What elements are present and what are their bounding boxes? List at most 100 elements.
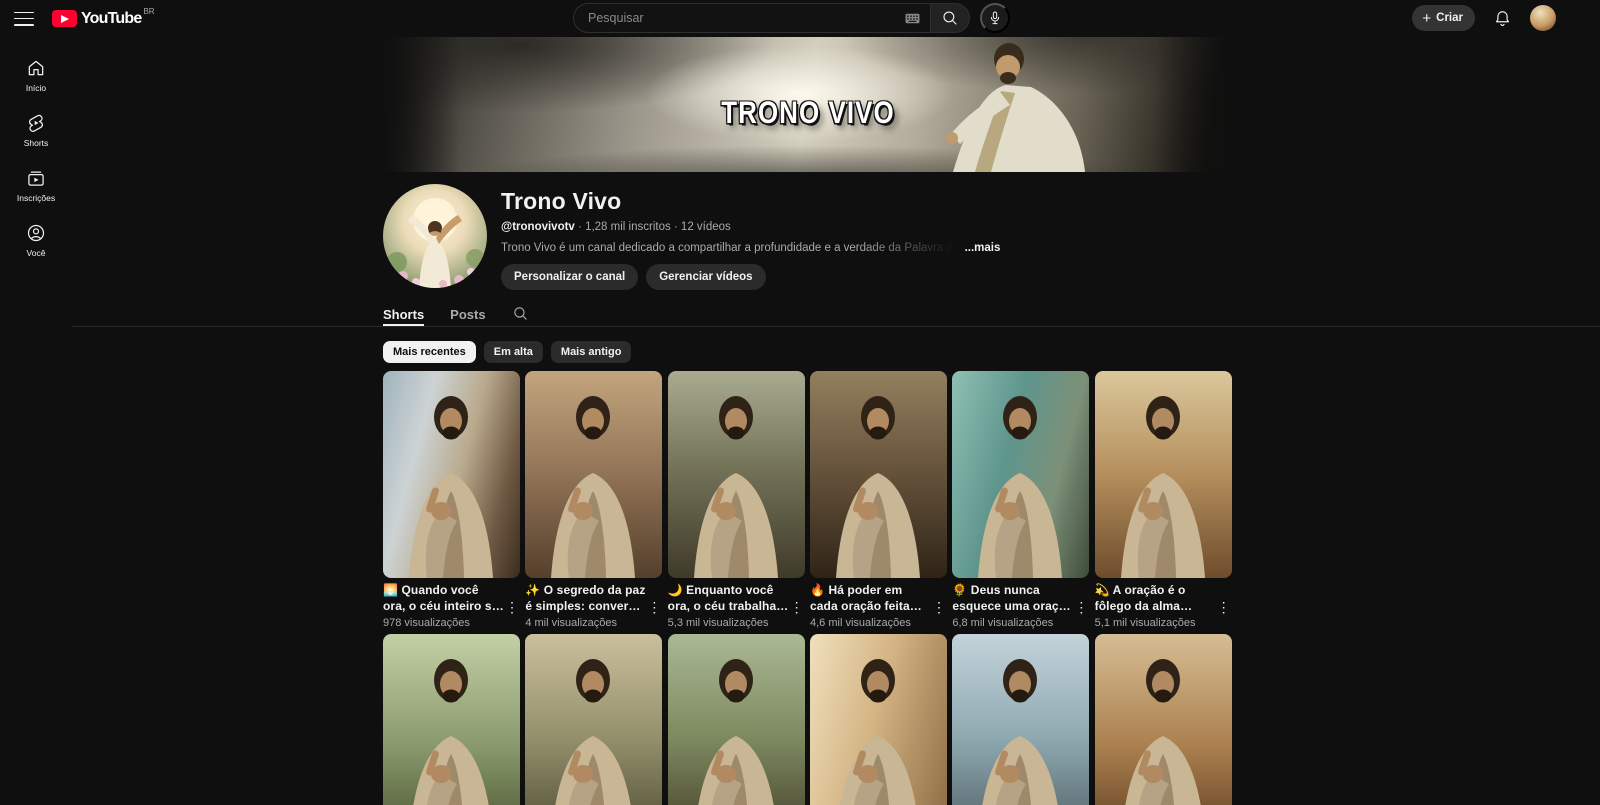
short-views: 5,1 mil visualizações	[1094, 617, 1196, 629]
more-options-icon[interactable]: ⋮	[789, 583, 805, 629]
chip-oldest[interactable]: Mais antigo	[550, 341, 632, 363]
more-options-icon[interactable]: ⋮	[931, 583, 947, 629]
description-text: Trono Vivo é um canal dedicado a compart…	[501, 242, 960, 254]
short-title[interactable]: 🌻 Deus nunca esquece uma oração feita co…	[952, 583, 1073, 614]
channel-name: Trono Vivo	[501, 188, 622, 214]
search-button[interactable]	[930, 3, 970, 33]
banner-title: TRONO VIVO	[720, 95, 895, 131]
filter-chips: Mais recentes Em alta Mais antigo	[383, 341, 1232, 363]
youtube-wordmark: YouTube	[81, 10, 142, 27]
search-area	[573, 3, 1010, 33]
tab-shorts[interactable]: Shorts	[383, 302, 425, 326]
short-card: ✨ O segredo da paz é simples: converse c…	[525, 371, 663, 629]
mini-guide: Início Shorts Inscrições Você	[0, 37, 72, 270]
subscriptions-icon	[28, 171, 44, 186]
short-thumbnail[interactable]	[525, 634, 663, 805]
sidebar-label: Shorts	[23, 138, 49, 148]
mic-icon	[990, 11, 1000, 25]
shorts-grid: 🌅 Quando você ora, o céu inteiro se ... …	[383, 371, 1232, 629]
more-options-icon[interactable]: ⋮	[646, 583, 662, 629]
short-views: 4 mil visualizações	[525, 617, 618, 629]
short-thumbnail[interactable]	[809, 371, 947, 578]
search-input[interactable]	[588, 11, 905, 25]
short-views: 5,3 mil visualizações	[667, 617, 769, 629]
more-options-icon[interactable]: ⋮	[1073, 583, 1089, 629]
shorts-icon	[29, 114, 43, 132]
short-thumbnail[interactable]	[809, 634, 947, 805]
sidebar-item-subscriptions[interactable]: Inscrições	[4, 160, 68, 212]
shorts-grid-row2	[383, 634, 1232, 805]
short-card	[952, 634, 1090, 805]
tab-posts[interactable]: Posts	[450, 302, 485, 326]
notifications-icon[interactable]	[1493, 9, 1512, 28]
more-options-icon[interactable]: ⋮	[1216, 583, 1232, 629]
topbar-actions: + Criar	[1412, 3, 1556, 33]
sidebar-item-shorts[interactable]: Shorts	[4, 105, 68, 157]
short-thumbnail[interactable]	[667, 634, 805, 805]
channel-handle: @tronovivotv	[501, 221, 575, 233]
sidebar-item-home[interactable]: Início	[4, 50, 68, 102]
short-thumbnail[interactable]	[383, 634, 520, 805]
sidebar-label: Você	[26, 248, 46, 258]
channel-tabs-bar: Shorts Posts	[72, 302, 1600, 327]
menu-icon[interactable]	[14, 11, 34, 26]
short-card	[809, 634, 947, 805]
youtube-logo[interactable]: YouTube BR	[52, 7, 155, 28]
channel-search-icon[interactable]	[512, 305, 529, 322]
short-title[interactable]: ✨ O segredo da paz é simples: converse c…	[525, 583, 646, 614]
search-box[interactable]	[573, 3, 930, 33]
short-thumbnail[interactable]	[667, 371, 805, 578]
short-views: 978 visualizações	[383, 617, 470, 629]
search-icon	[941, 9, 959, 27]
manage-videos-button[interactable]: Gerenciar vídeos	[646, 264, 766, 290]
short-card: 🔥 Há poder em cada oração feita com o ..…	[809, 371, 947, 629]
more-link[interactable]: ...mais	[965, 242, 1001, 254]
create-button[interactable]: + Criar	[1412, 5, 1475, 31]
short-views: 6,8 mil visualizações	[952, 617, 1054, 629]
home-icon	[28, 60, 44, 76]
chip-latest[interactable]: Mais recentes	[383, 341, 476, 363]
chip-popular[interactable]: Em alta	[483, 341, 543, 363]
short-title[interactable]: 🔥 Há poder em cada oração feita com o ..…	[810, 583, 931, 614]
short-card: 🌙 Enquanto você ora, o céu trabalha em .…	[667, 371, 805, 629]
channel-meta: @tronovivotv · 1,28 mil inscritos · 12 v…	[501, 221, 1000, 233]
short-thumbnail[interactable]	[952, 371, 1090, 578]
short-card	[667, 634, 805, 805]
short-card: 💫 A oração é o fôlego da alma cansada. 5…	[1094, 371, 1232, 629]
keyboard-icon[interactable]	[905, 13, 920, 24]
channel-banner: TRONO VIVO	[383, 37, 1232, 172]
main-content: TRONO VIVO Trono Vivo @tronovivotv · 1,2…	[72, 37, 1600, 805]
top-bar: YouTube BR Pesquisar + Criar	[0, 0, 1600, 37]
youtube-play-icon	[52, 10, 77, 27]
short-title[interactable]: 🌅 Quando você ora, o céu inteiro se ...	[383, 583, 504, 614]
create-label: Criar	[1436, 12, 1463, 24]
short-card	[383, 634, 520, 805]
channel-avatar[interactable]	[383, 184, 487, 288]
short-card	[1094, 634, 1232, 805]
short-card: 🌅 Quando você ora, o céu inteiro se ... …	[383, 371, 520, 629]
plus-icon: +	[1422, 9, 1432, 27]
sidebar-item-you[interactable]: Você	[4, 215, 68, 267]
country-code: BR	[143, 7, 155, 16]
sidebar-label: Início	[25, 83, 47, 93]
short-title[interactable]: 🌙 Enquanto você ora, o céu trabalha em .…	[668, 583, 789, 614]
more-options-icon[interactable]: ⋮	[504, 583, 520, 629]
customize-channel-button[interactable]: Personalizar o canal	[501, 264, 639, 290]
short-views: 4,6 mil visualizações	[809, 617, 911, 629]
sidebar-label: Inscrições	[16, 193, 56, 203]
short-title[interactable]: 💫 A oração é o fôlego da alma cansada.	[1095, 583, 1216, 614]
user-avatar[interactable]	[1530, 5, 1556, 31]
short-thumbnail[interactable]	[952, 634, 1090, 805]
channel-actions: Personalizar o canal Gerenciar vídeos	[501, 264, 1000, 290]
mic-button[interactable]	[980, 3, 1010, 33]
short-thumbnail[interactable]	[383, 371, 520, 578]
short-thumbnail[interactable]	[525, 371, 663, 578]
short-card: 🌻 Deus nunca esquece uma oração feita co…	[952, 371, 1090, 629]
short-card	[525, 634, 663, 805]
short-thumbnail[interactable]	[1094, 371, 1232, 578]
short-thumbnail[interactable]	[1094, 634, 1232, 805]
you-icon	[27, 224, 45, 242]
channel-header: Trono Vivo @tronovivotv · 1,28 mil inscr…	[383, 184, 1232, 290]
channel-description[interactable]: Trono Vivo é um canal dedicado a compart…	[501, 242, 1000, 254]
channel-stats: · 1,28 mil inscritos · 12 vídeos	[578, 221, 731, 233]
